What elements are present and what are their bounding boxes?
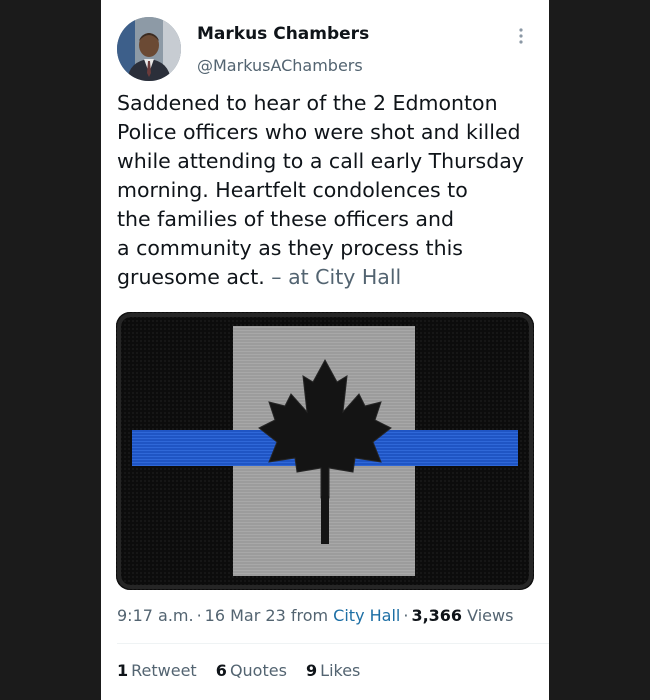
tweet-line: Saddened to hear of the 2 Edmonton <box>117 91 498 115</box>
tweet-date[interactable]: 16 Mar 23 <box>205 606 286 625</box>
tweet-line: while attending to a call early Thursday <box>117 149 524 173</box>
views-label: Views <box>467 606 514 625</box>
author-display-name[interactable]: Markus Chambers <box>197 24 369 44</box>
tweet-line: the families of these officers and <box>117 207 454 231</box>
tweet-last-line: gruesome act. – at City Hall <box>117 263 537 292</box>
avatar-photo <box>117 17 181 81</box>
quotes-count: 6 <box>215 661 227 680</box>
from-label: from <box>290 606 329 625</box>
location-link[interactable]: – at City Hall <box>271 265 401 289</box>
tweet-card: Markus Chambers @MarkusAChambers Saddene… <box>101 0 549 700</box>
retweets-label: Retweet <box>131 661 197 680</box>
tweet-meta: 9:17 a.m. · 16 Mar 23 from City Hall · 3,366… <box>117 606 513 625</box>
tweet-line: gruesome act. <box>117 265 265 289</box>
likes-stat[interactable]: 9 Likes <box>306 661 360 680</box>
place-link[interactable]: City Hall <box>333 606 400 625</box>
meta-separator: · <box>403 606 409 625</box>
likes-label: Likes <box>320 661 361 680</box>
quotes-stat[interactable]: 6 Quotes <box>216 661 287 680</box>
more-options-icon[interactable] <box>513 26 529 46</box>
meta-separator: · <box>196 606 202 625</box>
quotes-label: Quotes <box>229 661 287 680</box>
tweet-image[interactable] <box>116 312 534 590</box>
tweet-time[interactable]: 9:17 a.m. <box>117 606 194 625</box>
tweet-text: Saddened to hear of the 2 Edmonton Polic… <box>117 89 537 292</box>
author-handle[interactable]: @MarkusAChambers <box>197 56 363 75</box>
retweets-count: 1 <box>117 661 129 680</box>
tweet-line: a community as they process this <box>117 236 463 260</box>
tweet-line: morning. Heartfelt condolences to <box>117 178 468 202</box>
views-count: 3,366 <box>411 606 463 625</box>
avatar[interactable] <box>117 17 181 81</box>
engagement-stats: 1 Retweet 6 Quotes 9 Likes <box>117 661 374 680</box>
tweet-line: Police officers who were shot and killed <box>117 120 521 144</box>
screenshot-frame: Markus Chambers @MarkusAChambers Saddene… <box>0 0 650 700</box>
retweets-stat[interactable]: 1 Retweet <box>117 661 197 680</box>
likes-count: 9 <box>306 661 318 680</box>
thin-blue-line-flag-patch-icon <box>116 312 534 590</box>
divider <box>117 643 549 644</box>
